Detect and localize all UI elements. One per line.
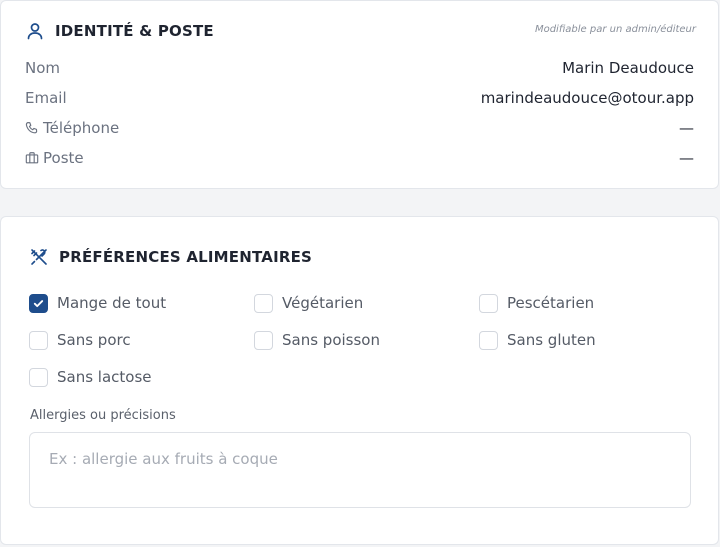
field-label-name-text: Nom [25, 59, 61, 77]
checkbox-sans-lactose[interactable] [29, 367, 48, 387]
option-label-sans-lactose: Sans lactose [57, 368, 152, 386]
identity-card: IDENTITÉ & POSTE Modifiable par un admin… [0, 0, 719, 189]
diet-option-sans-gluten[interactable]: Sans gluten [479, 329, 596, 351]
user-icon [25, 21, 45, 41]
field-label-name: Nom [25, 59, 60, 77]
checkbox-mange-de-tout[interactable] [29, 293, 48, 313]
field-value-name: Marin Deaudouce [562, 59, 694, 77]
phone-icon [25, 121, 39, 135]
option-label-sans-porc: Sans porc [57, 331, 131, 349]
identity-section-title: IDENTITÉ & POSTE [25, 21, 214, 41]
briefcase-icon [25, 151, 39, 165]
diet-option-sans-poisson[interactable]: Sans poisson [254, 329, 380, 351]
diet-option-mange-de-tout[interactable]: Mange de tout [29, 292, 166, 314]
diet-option-sans-porc[interactable]: Sans porc [29, 329, 131, 351]
identity-title-text: IDENTITÉ & POSTE [55, 22, 214, 40]
field-value-position: — [679, 149, 694, 167]
option-label-mange-de-tout: Mange de tout [57, 294, 167, 312]
field-value-phone: — [679, 119, 694, 137]
utensils-icon [29, 247, 49, 267]
field-label-position-text: Poste [43, 149, 84, 167]
allergies-label: Allergies ou précisions [30, 408, 176, 423]
checkbox-sans-poisson[interactable] [254, 330, 273, 350]
field-row-phone: Téléphone — [25, 118, 694, 138]
diet-option-sans-lactose[interactable]: Sans lactose [29, 366, 152, 388]
field-label-phone-text: Téléphone [43, 119, 120, 137]
diet-preferences-card: PRÉFÉRENCES ALIMENTAIRES Mange de tout V… [0, 216, 719, 545]
edit-permission-note: Modifiable par un admin/éditeur [534, 24, 696, 35]
field-label-email-text: Email [25, 89, 67, 107]
field-label-position: Poste [25, 149, 84, 167]
field-row-email: Email marindeaudouce@otour.app [25, 88, 694, 108]
field-label-email: Email [25, 89, 67, 107]
diet-option-vegetarien[interactable]: Végétarien [254, 292, 363, 314]
field-label-phone: Téléphone [25, 119, 119, 137]
option-label-vegetarien: Végétarien [282, 294, 364, 312]
checkbox-sans-gluten[interactable] [479, 330, 498, 350]
diet-title-text: PRÉFÉRENCES ALIMENTAIRES [59, 248, 313, 266]
field-row-name: Nom Marin Deaudouce [25, 58, 694, 78]
checkbox-vegetarien[interactable] [254, 293, 273, 313]
diet-section-title: PRÉFÉRENCES ALIMENTAIRES [29, 247, 312, 267]
checkbox-sans-porc[interactable] [29, 330, 48, 350]
option-label-sans-gluten: Sans gluten [507, 331, 596, 349]
field-value-email: marindeaudouce@otour.app [480, 89, 694, 107]
checkbox-pescetarien[interactable] [479, 293, 498, 313]
check-icon [33, 299, 44, 307]
field-row-position: Poste — [25, 148, 694, 168]
option-label-sans-poisson: Sans poisson [282, 331, 380, 349]
allergies-placeholder: Ex : allergie aux fruits à coque [49, 450, 278, 468]
option-label-pescetarien: Pescétarien [507, 294, 595, 312]
allergies-textarea[interactable]: Ex : allergie aux fruits à coque [29, 432, 691, 508]
diet-option-pescetarien[interactable]: Pescétarien [479, 292, 594, 314]
